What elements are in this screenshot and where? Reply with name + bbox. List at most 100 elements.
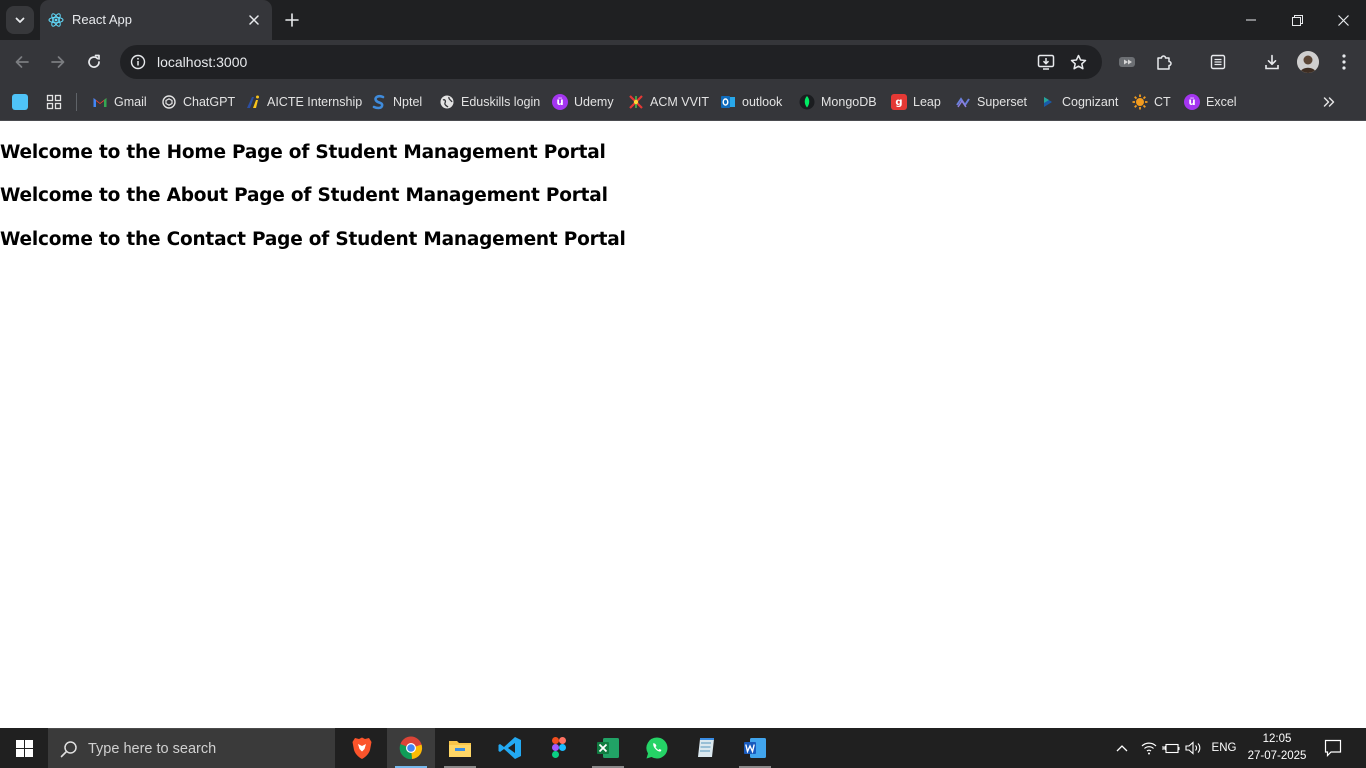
bookmark-aicte-internship[interactable]: AICTE Internship [245,92,362,112]
restore-button[interactable] [1274,0,1320,40]
tab-strip: React App [0,0,1366,40]
minimize-icon [1246,19,1256,21]
bookmark-label: Gmail [114,95,147,109]
taskbar-figma[interactable] [535,728,583,768]
url-text[interactable]: localhost:3000 [157,54,247,70]
install-icon [1037,54,1055,70]
gmail-icon [93,98,107,107]
bookmark-label: Udemy [574,95,614,109]
taskbar-file-explorer[interactable] [436,728,484,768]
whatsapp-icon [646,737,668,759]
bookmark-chatgpt[interactable]: ChatGPT [161,92,235,112]
battery-plug-icon [1162,743,1180,754]
taskbar-search-box[interactable]: Type here to search [48,728,335,768]
reload-button[interactable] [78,46,110,78]
notifications-button[interactable] [1318,728,1348,768]
apps-grid-icon [46,94,62,110]
media-extension-button[interactable] [1111,46,1143,78]
taskbar-notepad[interactable] [682,728,730,768]
taskbar-word[interactable] [731,728,779,768]
forward-button[interactable] [42,46,74,78]
speaker-icon [1185,741,1201,755]
start-button[interactable] [0,728,48,768]
language-indicator[interactable]: ENG [1208,728,1240,768]
udemy-icon: ü [552,94,568,110]
taskbar-excel[interactable] [584,728,632,768]
bookmark-ct[interactable]: CT [1132,92,1171,112]
bookmark-label: Nptel [393,95,423,109]
bookmark-eduskills-login[interactable]: Eduskills login [439,92,540,112]
taskbar-vscode[interactable] [486,728,534,768]
new-tab-button[interactable] [280,8,304,32]
contact-heading: Welcome to the Contact Page of Student M… [0,229,626,250]
bookmark-label: ChatGPT [183,95,236,109]
wifi-icon [1141,742,1157,755]
network-button[interactable] [1138,728,1160,768]
gear-sun-icon [1132,94,1148,110]
extensions-button[interactable] [1148,46,1180,78]
media-player-icon [1119,57,1135,67]
bookmarks-overflow-button[interactable] [1322,92,1336,112]
bookmark-star-button[interactable] [1065,49,1091,75]
bookmark-nptel[interactable]: Nptel [371,92,422,112]
windows-logo-icon [15,739,33,757]
outlook-icon [721,96,735,108]
side-panel-icon [1210,54,1226,70]
tab-close-button[interactable] [244,10,264,30]
clock-date: 27-07-2025 [1247,750,1307,762]
tab-title: React App [72,12,132,27]
bookmark-superset[interactable]: Superset [955,92,1027,112]
bookmark-gmail[interactable]: Gmail [92,92,147,112]
tab-search-button[interactable] [6,6,34,34]
chevron-up-icon [1116,745,1128,752]
browser-tab-active[interactable]: React App [40,0,272,40]
volume-button[interactable] [1183,728,1205,768]
battery-button[interactable] [1160,728,1182,768]
page-viewport: Welcome to the Home Page of Student Mana… [0,121,1366,728]
address-bar[interactable]: localhost:3000 [120,45,1102,79]
bookmark-label: MongoDB [821,95,877,109]
taskbar-whatsapp[interactable] [633,728,681,768]
chrome-menu-button[interactable] [1328,46,1360,78]
vscode-icon [498,737,521,759]
close-icon [249,15,259,25]
clock[interactable]: 12:05 27-07-2025 [1240,731,1314,765]
leap-icon: g [891,94,907,110]
double-chevron-right-icon [1323,97,1335,107]
bookmark-apps-grid[interactable] [46,92,62,112]
show-hidden-icons-button[interactable] [1110,728,1134,768]
taskbar-chrome[interactable] [387,728,435,768]
bookmark-leap[interactable]: g Leap [891,92,941,112]
close-window-button[interactable] [1320,0,1366,40]
bookmark-cognizant[interactable]: Cognizant [1040,92,1118,112]
install-app-button[interactable] [1033,49,1059,75]
globe-icon [440,95,454,109]
back-button[interactable] [6,46,38,78]
taskbar-brave[interactable] [338,728,386,768]
bookmark-outlook[interactable]: outlook [720,92,782,112]
excel-icon [597,738,619,758]
aicte-icon [247,95,259,108]
folder-icon [449,741,471,757]
nptel-icon [372,94,385,110]
browser-toolbar: localhost:3000 [0,40,1366,111]
puzzle-icon [1157,55,1172,70]
kebab-menu-icon [1342,54,1346,70]
arrow-right-icon [51,56,65,68]
notification-icon [1324,739,1342,757]
bookmark-udemy[interactable]: ü Udemy [552,92,614,112]
bookmark-mongodb[interactable]: MongoDB [799,92,877,112]
bookmark-label: Eduskills login [461,95,541,109]
bookmark-excel[interactable]: ü Excel [1184,92,1237,112]
reading-list-button[interactable] [1202,46,1234,78]
minimize-button[interactable] [1228,0,1274,40]
profile-avatar[interactable] [1297,51,1319,73]
site-info-button[interactable] [126,50,150,74]
bookmarks-separator [76,93,77,111]
chatgpt-icon [162,95,176,109]
bookmark-app-square[interactable] [12,92,28,112]
bookmark-acm-vvit[interactable]: ACM VVIT [628,92,709,112]
windows-taskbar: Type here to search ENG 12:05 27-07-2025 [0,728,1366,768]
about-heading: Welcome to the About Page of Student Man… [0,185,608,206]
downloads-button[interactable] [1256,46,1288,78]
